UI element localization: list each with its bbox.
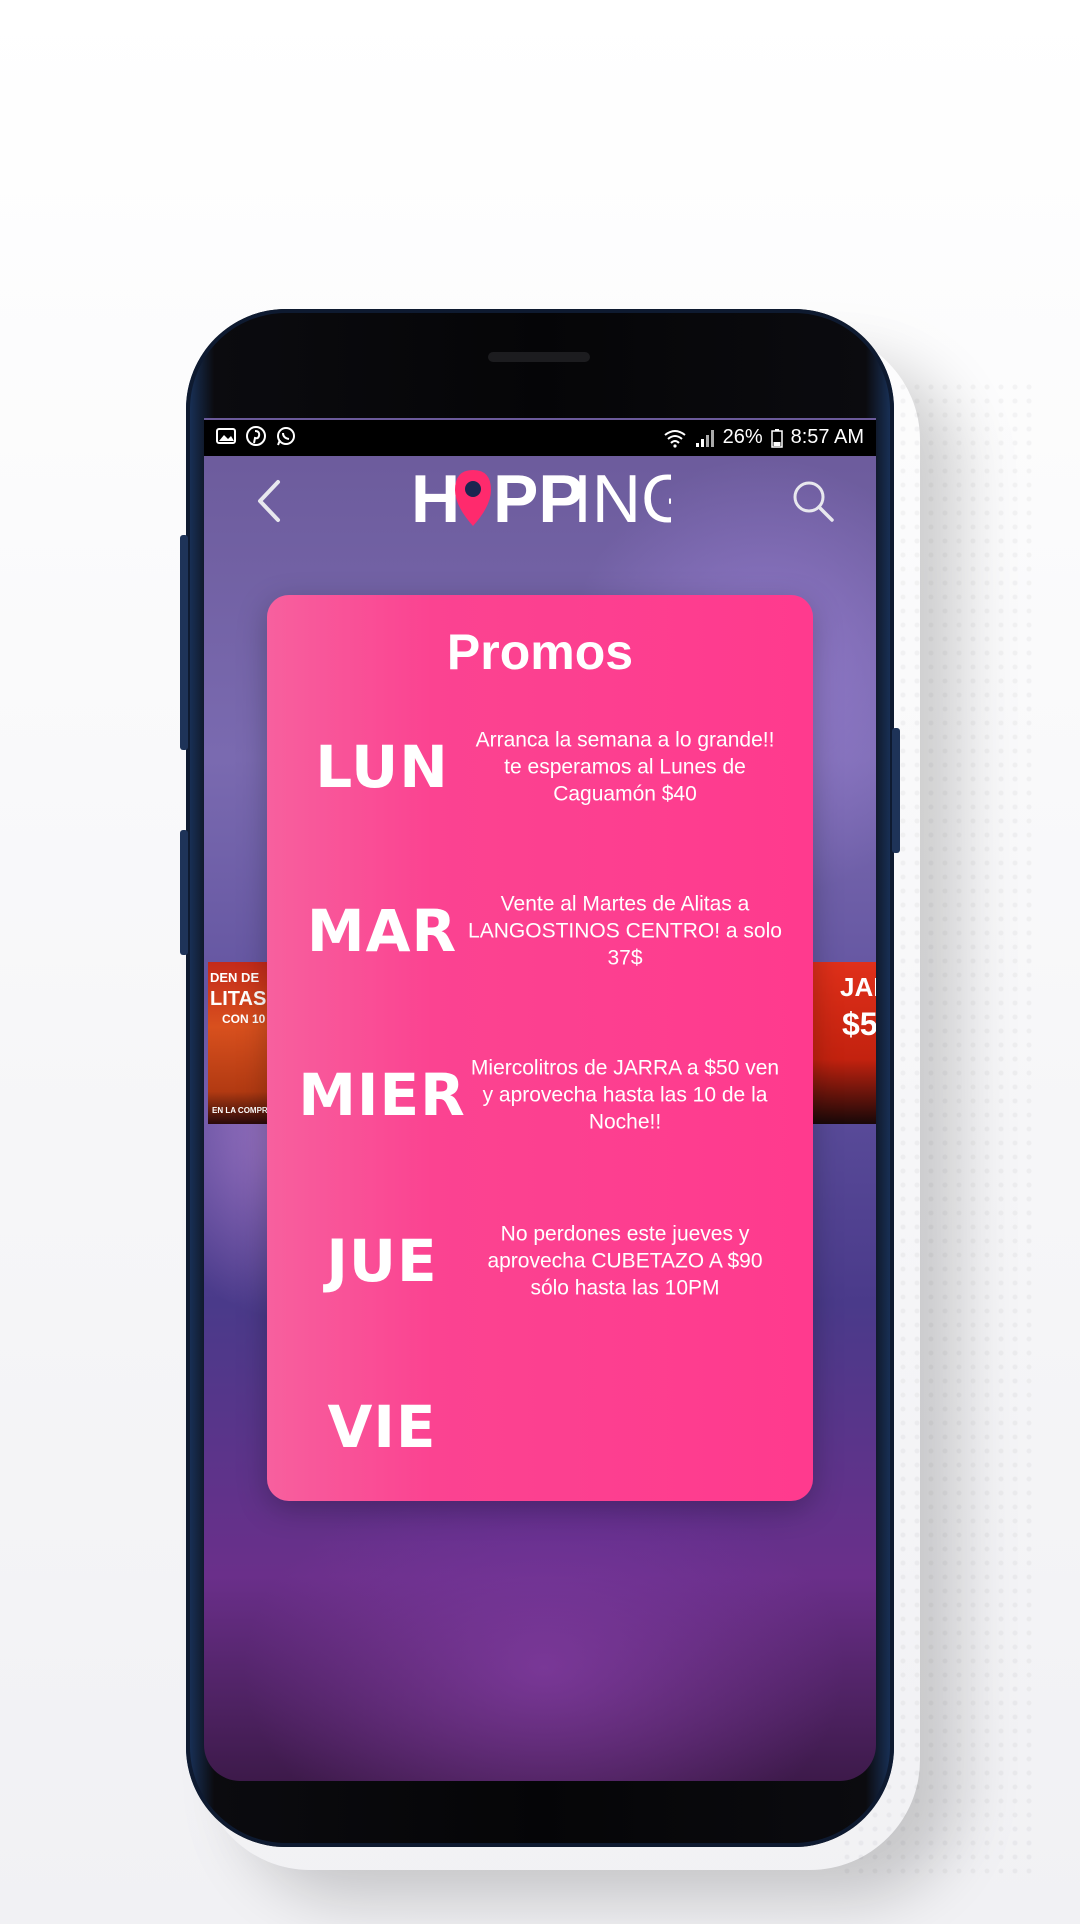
promo-description: No perdones este jueves y aprovecha CUBE… <box>487 1222 763 1300</box>
thumb-right-line-1: JAR <box>840 972 876 1002</box>
promo-description: Vente al Martes de Alitas a LANGOSTINOS … <box>468 892 782 970</box>
battery-percent: 26% <box>722 426 763 448</box>
clock-time: 8:57 AM <box>790 426 864 448</box>
thumb-right-line-2: $5 <box>842 1006 876 1042</box>
promo-day: JUE <box>326 1227 438 1295</box>
thumb-left-line-1: DEN DE <box>210 970 260 985</box>
thumb-left-line-2: LITAS <box>210 988 267 1010</box>
promo-description: Miercolitros de JARRA a $50 ven y aprove… <box>470 1056 780 1134</box>
modal-title: Promos <box>446 624 634 680</box>
logo-text-pp: PP <box>493 462 584 537</box>
gallery-icon <box>216 428 236 444</box>
phone-power-button <box>892 728 900 853</box>
status-bar: 26% 8:57 AM <box>204 420 876 456</box>
promo-row-mier[interactable]: MIER Miercolitros de JARRA a $50 ven y a… <box>267 1035 813 1155</box>
promo-description: Arranca la semana a lo grande!! te esper… <box>475 728 775 806</box>
wifi-icon <box>663 429 686 448</box>
app-bar: H PP ING <box>204 456 876 546</box>
promo-row-mar[interactable]: MAR Vente al Martes de Alitas a LANGOSTI… <box>267 871 813 991</box>
promo-day: LUN <box>315 733 449 801</box>
promo-thumbnail-right[interactable]: JAR $5 <box>812 962 876 1124</box>
thumb-left-line-4: EN LA COMPRA <box>212 1106 270 1115</box>
logo-text-h: H <box>411 462 460 537</box>
promo-day: MIER <box>298 1061 466 1129</box>
chevron-left-icon[interactable] <box>250 476 290 526</box>
promos-modal: Promos LUN Arranca la semana a lo grande… <box>267 595 813 1501</box>
search-icon[interactable] <box>790 478 836 524</box>
location-pin-icon <box>455 470 491 526</box>
promo-row-vie[interactable]: VIE <box>267 1367 813 1487</box>
promo-row-lun[interactable]: LUN Arranca la semana a lo grande!! te e… <box>267 707 813 827</box>
phone-speaker <box>488 352 590 362</box>
promo-day: VIE <box>327 1393 437 1461</box>
logo-text-ing: ING <box>573 462 671 537</box>
thumb-left-line-3: CON 10 <box>222 1012 266 1026</box>
promo-thumbnail-left[interactable]: DEN DE LITAS CON 10 EN LA COMPRA <box>208 962 270 1124</box>
phone-volume-button <box>180 535 188 750</box>
promo-row-jue[interactable]: JUE No perdones este jueves y aprovecha … <box>267 1201 813 1321</box>
battery-icon <box>770 428 783 448</box>
signal-icon <box>695 429 714 447</box>
hopping-logo: H PP ING <box>411 461 694 542</box>
promo-day: MAR <box>306 897 458 965</box>
phone-bixby-button <box>180 830 188 955</box>
whatsapp-icon <box>277 427 295 446</box>
pinterest-icon <box>246 426 266 446</box>
